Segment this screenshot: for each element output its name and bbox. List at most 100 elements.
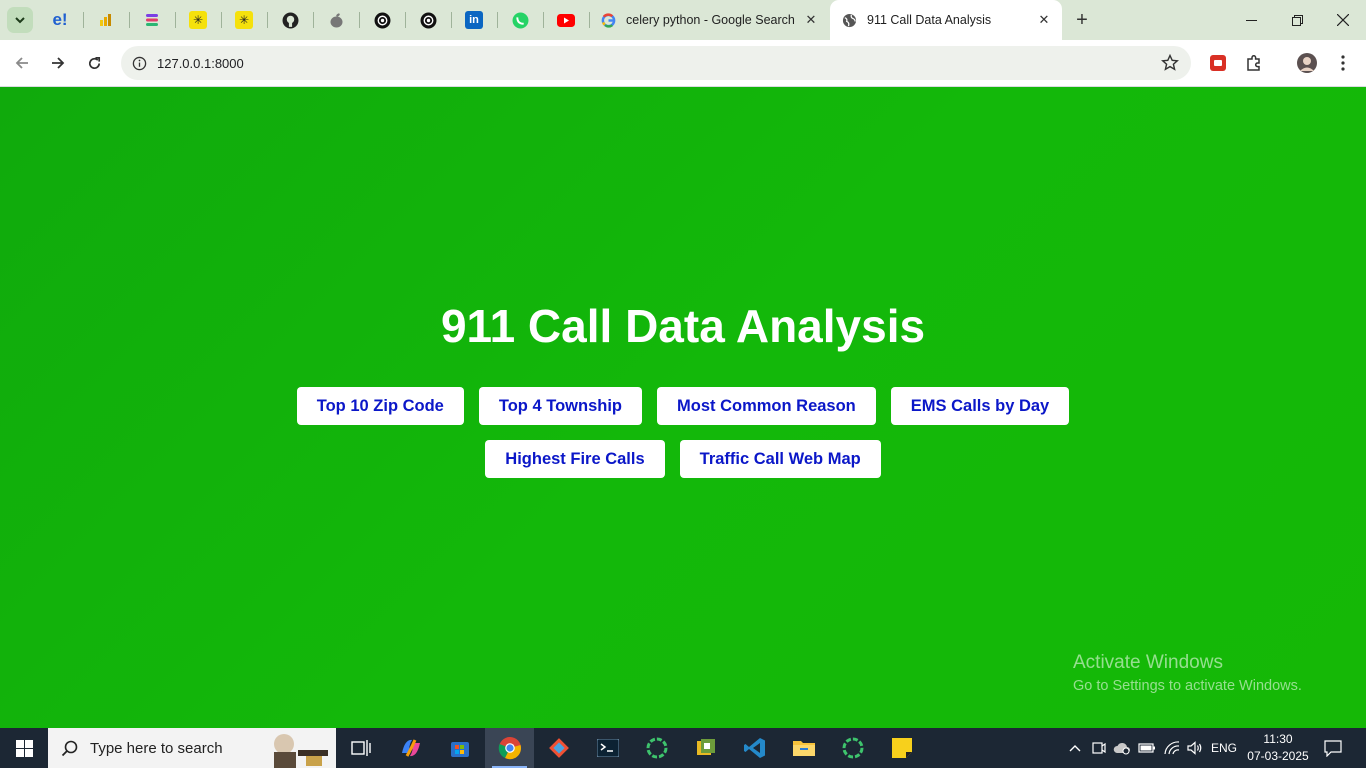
copilot-icon (401, 739, 420, 757)
cloud-icon (1113, 742, 1130, 755)
google-icon (601, 12, 616, 28)
new-tab-button[interactable]: + (1070, 8, 1094, 32)
reload-button[interactable] (80, 49, 108, 77)
terminal-icon (596, 739, 619, 757)
tray-language[interactable]: ENG (1208, 728, 1240, 768)
taskbar-app-ring-2[interactable] (828, 728, 877, 768)
apple-icon (330, 13, 342, 28)
extension-red-button[interactable] (1207, 52, 1229, 74)
taskbar-vscode[interactable] (730, 728, 779, 768)
arrow-right-icon (52, 57, 65, 69)
restore-button[interactable] (1274, 0, 1320, 40)
highest-fire-calls-button[interactable]: Highest Fire Calls (485, 440, 665, 478)
task-view-icon (350, 740, 371, 756)
taskbar-copilot[interactable] (386, 728, 435, 768)
taskbar-chrome[interactable] (485, 728, 534, 768)
activate-windows-watermark: Activate Windows Go to Settings to activ… (1073, 652, 1302, 694)
notification-icon (1324, 739, 1342, 757)
task-view-button[interactable] (336, 728, 385, 768)
taskbar-sticky-notes[interactable] (877, 728, 926, 768)
taskbar-terminal[interactable] (583, 728, 632, 768)
battery-icon (1138, 743, 1155, 753)
pinned-tab-linkedin[interactable]: in (451, 0, 497, 40)
youtube-icon (557, 13, 575, 27)
tray-network-button[interactable] (1161, 728, 1183, 768)
pinned-tab-stacked[interactable] (129, 0, 175, 40)
pinned-tab-apple[interactable] (313, 0, 359, 40)
camera-icon (1092, 742, 1106, 754)
edge-e-icon: e! (52, 10, 68, 29)
search-placeholder: Type here to search (90, 739, 223, 757)
close-icon[interactable]: ✕ (803, 12, 819, 28)
taskbar-photos[interactable] (681, 728, 730, 768)
pinned-tab-youtube[interactable] (543, 0, 589, 40)
search-highlight-icon (274, 734, 328, 768)
taskbar-app-ring-1[interactable] (632, 728, 681, 768)
taskbar-file-explorer[interactable] (779, 728, 828, 768)
profile-button[interactable] (1296, 52, 1318, 74)
taskbar-clock[interactable]: 11:30 07-03-2025 (1240, 731, 1316, 765)
whatsapp-icon (512, 12, 528, 28)
tab-911-call-data-analysis[interactable]: 911 Call Data Analysis ✕ (830, 0, 1062, 40)
tab-google-search[interactable]: celery python - Google Search ✕ (589, 0, 829, 40)
close-icon[interactable]: ✕ (1036, 12, 1052, 28)
start-button[interactable] (0, 728, 48, 768)
powerbi-icon (100, 14, 111, 26)
git-icon (548, 738, 569, 758)
tab-title: 911 Call Data Analysis (867, 13, 992, 27)
tray-volume-button[interactable] (1184, 728, 1206, 768)
watermark-title: Activate Windows (1073, 652, 1223, 673)
pinned-tab-github[interactable] (267, 0, 313, 40)
clock-date: 07-03-2025 (1247, 749, 1309, 763)
store-icon (450, 742, 469, 757)
github-icon (282, 12, 298, 28)
forward-button[interactable] (44, 49, 72, 77)
extensions-button[interactable] (1243, 52, 1265, 74)
pinned-tab-edge[interactable]: e! (37, 0, 83, 40)
ems-calls-by-day-button[interactable]: EMS Calls by Day (890, 387, 1070, 425)
folder-icon (792, 741, 815, 756)
taskbar-search-box[interactable]: Type here to search (48, 728, 336, 768)
taskbar-store[interactable] (435, 728, 484, 768)
arrow-left-icon (15, 57, 28, 69)
nav-button-row-1: Top 10 Zip Code Top 4 Township Most Comm… (0, 387, 1366, 425)
avatar (1297, 53, 1317, 73)
tray-camera-button[interactable] (1089, 728, 1109, 768)
top-10-zip-code-button[interactable]: Top 10 Zip Code (296, 387, 464, 425)
watermark-subtitle: Go to Settings to activate Windows. (1073, 678, 1302, 694)
traffic-call-web-map-button[interactable]: Traffic Call Web Map (679, 440, 881, 478)
close-window-button[interactable] (1320, 0, 1366, 40)
wifi-icon (1164, 741, 1180, 755)
address-bar[interactable]: 127.0.0.1:8000 (121, 46, 1191, 80)
pinned-tab-openai-1[interactable] (359, 0, 405, 40)
most-common-reason-button[interactable]: Most Common Reason (657, 387, 876, 425)
sticky-note-icon (891, 738, 912, 758)
tray-onedrive-button[interactable] (1111, 728, 1133, 768)
openai-icon (420, 12, 436, 28)
site-info-button[interactable] (121, 56, 157, 71)
pinned-tab-openai-2[interactable] (405, 0, 451, 40)
reload-icon (88, 56, 100, 69)
page-title: 911 Call Data Analysis (440, 300, 926, 352)
back-button[interactable] (8, 49, 36, 77)
taskbar-git[interactable] (534, 728, 583, 768)
stacked-logo-icon (146, 14, 158, 26)
minimize-button[interactable] (1228, 0, 1274, 40)
clock-time: 11:30 (1263, 732, 1293, 746)
yellow-star-icon: ✳ (235, 11, 253, 29)
puzzle-icon (1247, 54, 1260, 71)
menu-button[interactable] (1332, 52, 1354, 74)
top-4-township-button[interactable]: Top 4 Township (478, 387, 642, 425)
show-hidden-icons-button[interactable] (1065, 728, 1085, 768)
pinned-tab-powerbi[interactable] (83, 0, 129, 40)
address-text[interactable]: 127.0.0.1:8000 (157, 56, 244, 71)
nav-button-row-2: Highest Fire Calls Traffic Call Web Map (0, 440, 1366, 478)
restore-icon (1291, 14, 1303, 26)
pinned-tab-star-1[interactable]: ✳ (175, 0, 221, 40)
tab-search-button[interactable] (7, 7, 33, 33)
notifications-button[interactable] (1318, 728, 1348, 768)
pinned-tab-whatsapp[interactable] (497, 0, 543, 40)
pinned-tab-star-2[interactable]: ✳ (221, 0, 267, 40)
tray-battery-button[interactable] (1136, 728, 1158, 768)
star-icon[interactable] (1161, 54, 1179, 72)
